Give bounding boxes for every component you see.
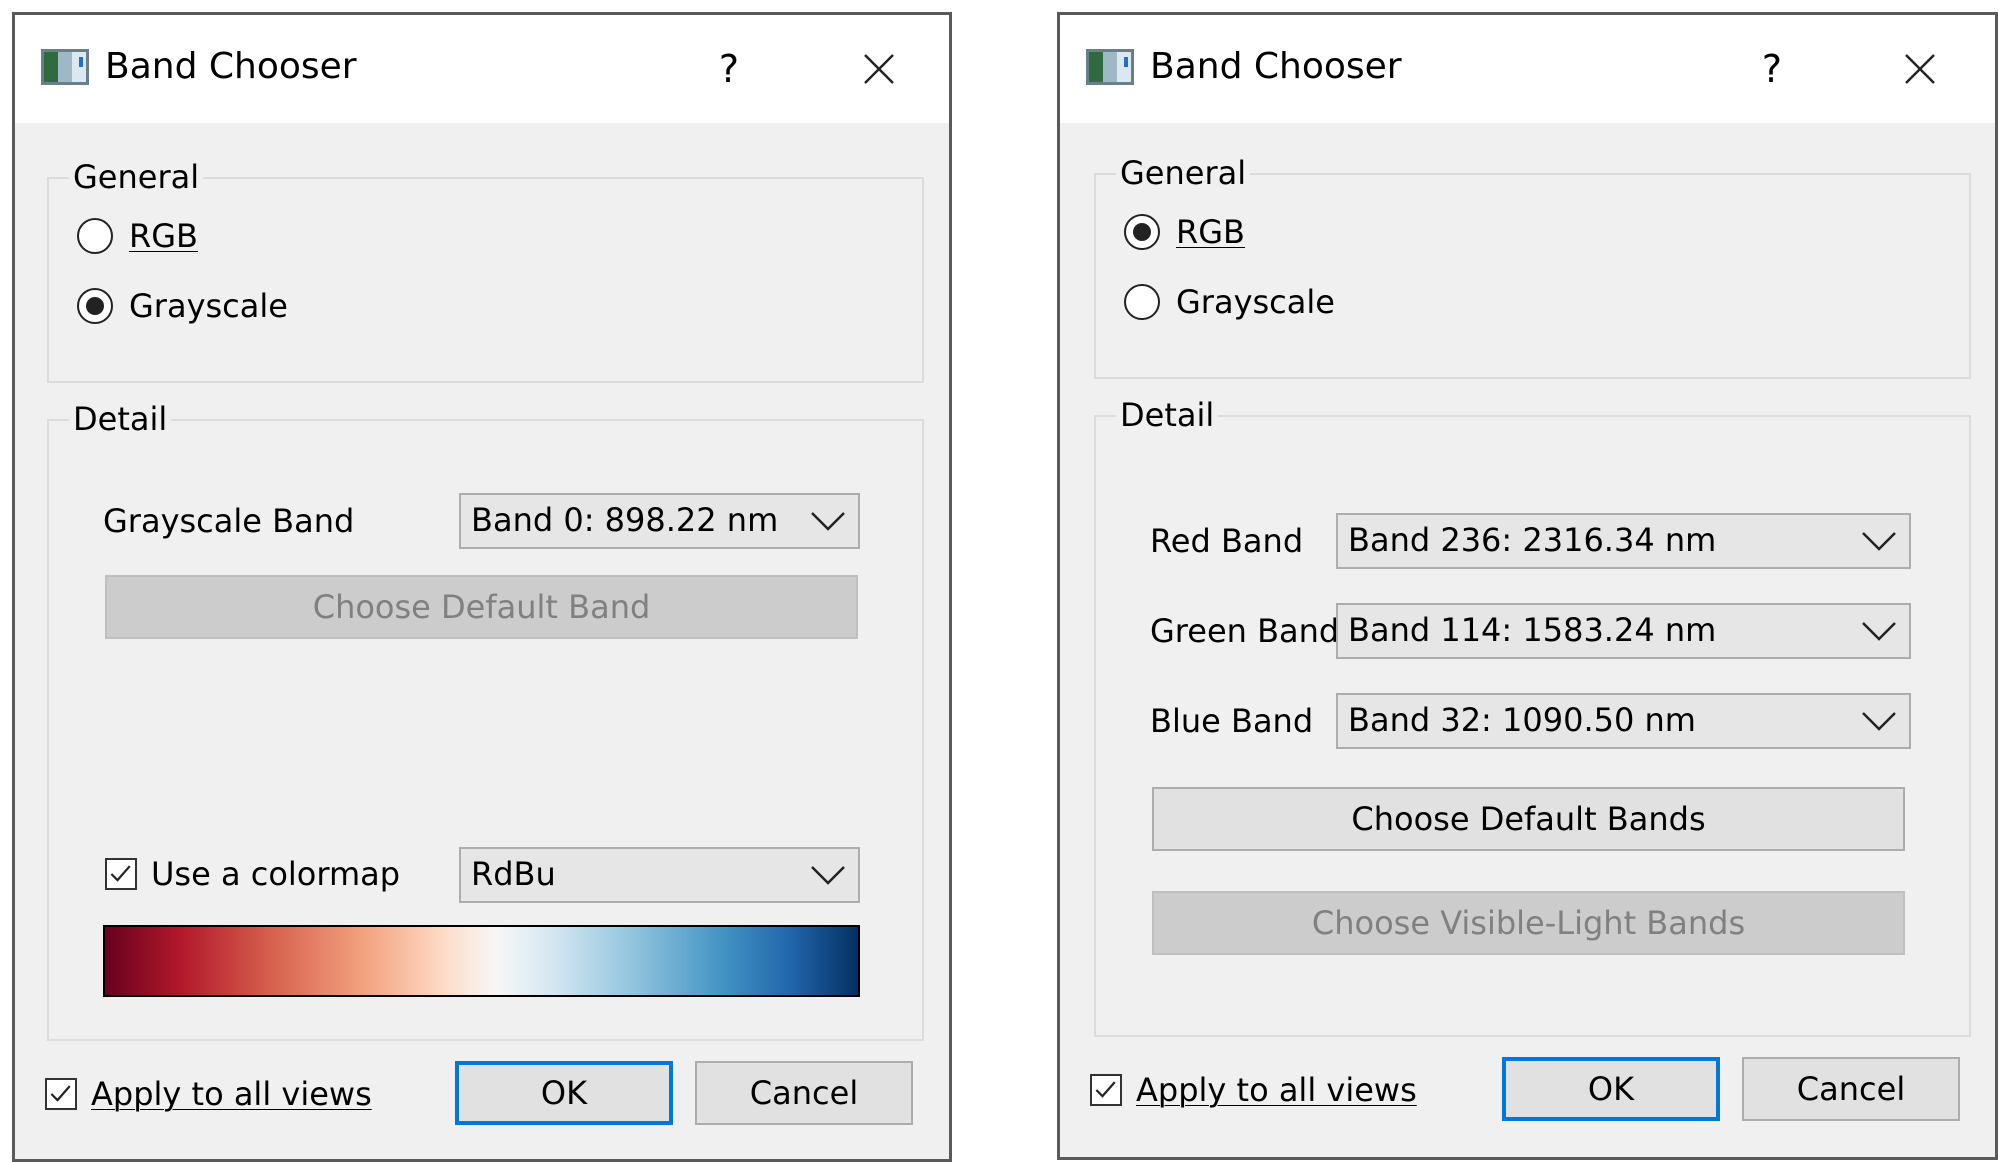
apply-all-views-checkbox[interactable]: Apply to all views (45, 1075, 372, 1113)
green-band-select[interactable]: Band 114: 1583.24 nm (1336, 603, 1911, 659)
red-band-label: Red Band (1150, 522, 1304, 560)
use-colormap-label: Use a colormap (151, 855, 401, 893)
grayscale-radio-indicator (1124, 284, 1160, 320)
help-button[interactable]: ? (1742, 39, 1802, 99)
blue-band-value: Band 32: 1090.50 nm (1348, 701, 1696, 739)
red-band-value: Band 236: 2316.34 nm (1348, 521, 1717, 559)
dialog-title: Band Chooser (1150, 46, 1402, 87)
colormap-select[interactable]: RdBu (459, 847, 860, 903)
band-chooser-app-icon (41, 49, 89, 85)
chevron-down-icon (1862, 712, 1896, 731)
chevron-down-icon (811, 866, 845, 885)
cancel-button[interactable]: Cancel (1742, 1057, 1960, 1121)
colormap-value: RdBu (471, 855, 556, 893)
ok-button[interactable]: OK (1502, 1057, 1720, 1121)
chevron-down-icon (1862, 532, 1896, 551)
apply-all-views-label: Apply to all views (1136, 1071, 1417, 1109)
choose-default-bands-button[interactable]: Choose Default Bands (1152, 787, 1905, 851)
blue-band-label: Blue Band (1150, 702, 1314, 740)
checkmark-icon (50, 1085, 71, 1102)
help-button[interactable]: ? (699, 39, 759, 99)
band-chooser-dialog-grayscale: Band Chooser ? General RGB Grayscale Det… (12, 12, 952, 1162)
rgb-radio[interactable]: RGB (77, 217, 198, 255)
ok-button[interactable]: OK (455, 1061, 673, 1125)
detail-group-title: Detail (1116, 395, 1219, 435)
use-colormap-checkbox[interactable]: Use a colormap (105, 855, 400, 893)
grayscale-radio-label: Grayscale (1176, 283, 1335, 321)
detail-group: Detail Red Band Band 236: 2316.34 nm Gre… (1094, 395, 1971, 1037)
use-colormap-check-box (105, 858, 137, 890)
apply-all-views-check-box (45, 1078, 77, 1110)
title-bar: Band Chooser ? (15, 15, 949, 123)
rgb-radio[interactable]: RGB (1124, 213, 1245, 251)
general-group-title: General (69, 157, 204, 197)
choose-visible-light-bands-button[interactable]: Choose Visible-Light Bands (1152, 891, 1905, 955)
colormap-preview (103, 925, 860, 997)
cancel-button[interactable]: Cancel (695, 1061, 913, 1125)
close-icon[interactable] (1890, 39, 1950, 99)
title-bar: Band Chooser ? (1060, 15, 1995, 123)
grayscale-radio[interactable]: Grayscale (1124, 283, 1335, 321)
checkmark-icon (110, 865, 131, 882)
apply-all-views-label: Apply to all views (91, 1075, 372, 1113)
detail-group: Detail Grayscale Band Band 0: 898.22 nm … (47, 399, 924, 1041)
grayscale-band-label: Grayscale Band (103, 502, 355, 540)
green-band-label: Green Band (1150, 612, 1340, 650)
chevron-down-icon (1862, 622, 1896, 641)
grayscale-band-select[interactable]: Band 0: 898.22 nm (459, 493, 860, 549)
green-band-value: Band 114: 1583.24 nm (1348, 611, 1717, 649)
band-chooser-app-icon (1086, 49, 1134, 85)
rgb-radio-indicator (77, 218, 113, 254)
grayscale-radio[interactable]: Grayscale (77, 287, 288, 325)
blue-band-select[interactable]: Band 32: 1090.50 nm (1336, 693, 1911, 749)
grayscale-radio-indicator (77, 288, 113, 324)
dialog-title: Band Chooser (105, 46, 357, 87)
choose-default-band-button[interactable]: Choose Default Band (105, 575, 858, 639)
grayscale-band-value: Band 0: 898.22 nm (471, 501, 779, 539)
apply-all-views-checkbox[interactable]: Apply to all views (1090, 1071, 1417, 1109)
red-band-select[interactable]: Band 236: 2316.34 nm (1336, 513, 1911, 569)
chevron-down-icon (811, 512, 845, 531)
general-group: General RGB Grayscale (47, 157, 924, 383)
close-icon[interactable] (849, 39, 909, 99)
general-group: General RGB Grayscale (1094, 153, 1971, 379)
grayscale-radio-label: Grayscale (129, 287, 288, 325)
rgb-radio-indicator (1124, 214, 1160, 250)
detail-group-title: Detail (69, 399, 172, 439)
rgb-radio-label: RGB (1176, 213, 1245, 251)
checkmark-icon (1095, 1081, 1116, 1098)
general-group-title: General (1116, 153, 1251, 193)
rgb-radio-label: RGB (129, 217, 198, 255)
band-chooser-dialog-rgb: Band Chooser ? General RGB Grayscale Det… (1057, 12, 1998, 1160)
apply-all-views-check-box (1090, 1074, 1122, 1106)
